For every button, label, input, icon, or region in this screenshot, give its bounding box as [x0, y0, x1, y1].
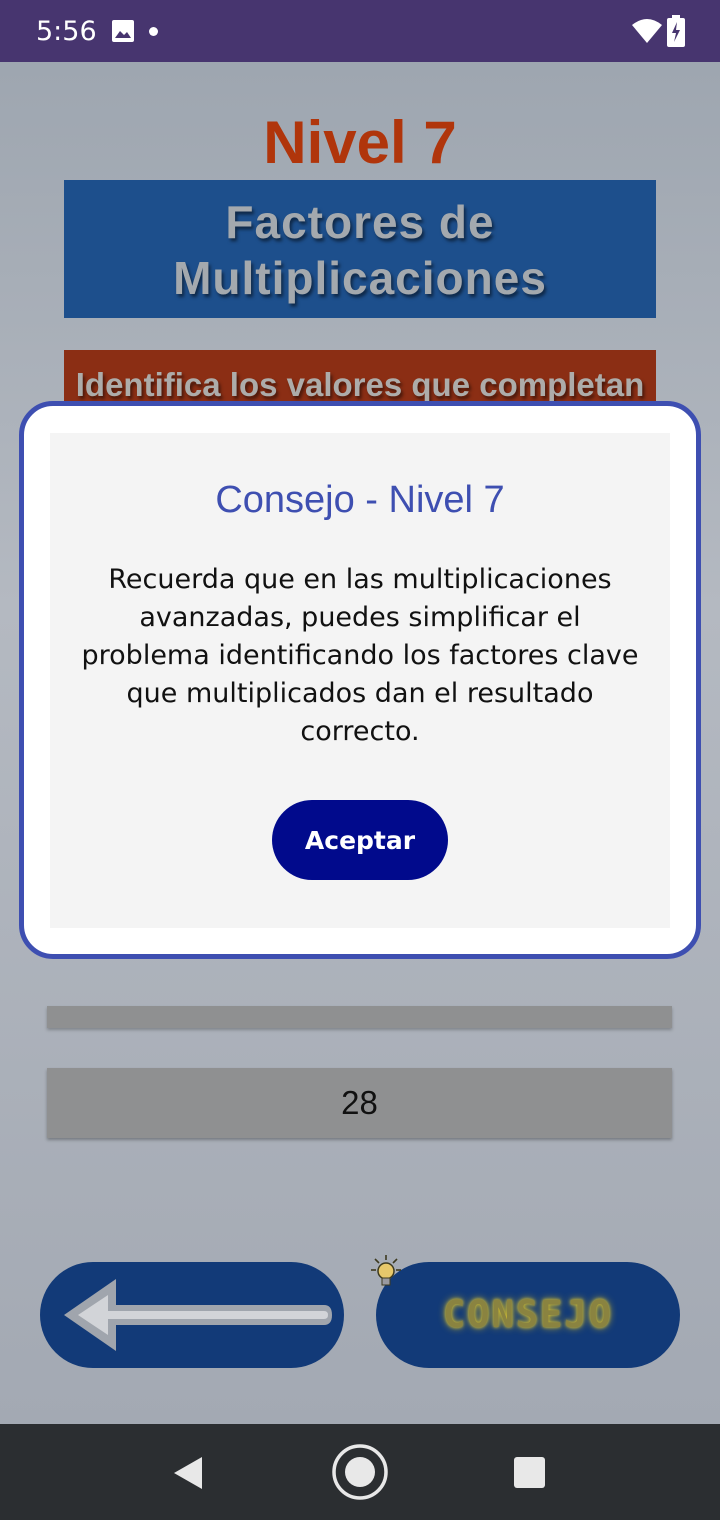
- answer-option[interactable]: [47, 1006, 672, 1028]
- wifi-icon: [631, 18, 663, 49]
- arrow-left-icon: [64, 1279, 332, 1351]
- image-icon: [111, 19, 135, 48]
- hint-button-label: CONSEJO: [443, 1293, 613, 1336]
- lightbulb-icon: [370, 1254, 404, 1293]
- status-time: 5:56: [36, 16, 97, 47]
- dialog-title: Consejo - Nivel 7: [215, 479, 505, 521]
- dialog-message: Recuerda que en las multiplicaciones ava…: [81, 564, 639, 747]
- topic-banner: Factores de Multiplicaciones: [64, 180, 656, 318]
- hint-dialog: Consejo - Nivel 7 Recuerda que en las mu…: [19, 401, 701, 959]
- navigation-bar: [0, 1424, 720, 1520]
- home-icon[interactable]: [331, 1443, 389, 1506]
- recents-icon[interactable]: [514, 1457, 545, 1493]
- answer-option[interactable]: 28: [47, 1068, 672, 1138]
- back-button[interactable]: [40, 1262, 344, 1368]
- battery-charging-icon: [667, 15, 685, 52]
- dialog-content: Consejo - Nivel 7 Recuerda que en las mu…: [50, 433, 670, 928]
- level-title: Nivel 7: [263, 109, 457, 176]
- accept-button[interactable]: Aceptar: [272, 800, 448, 880]
- back-icon[interactable]: [172, 1456, 204, 1495]
- hint-button[interactable]: CONSEJO: [371, 1255, 680, 1368]
- notification-dot: [149, 27, 158, 36]
- status-bar: 5:56: [0, 0, 720, 62]
